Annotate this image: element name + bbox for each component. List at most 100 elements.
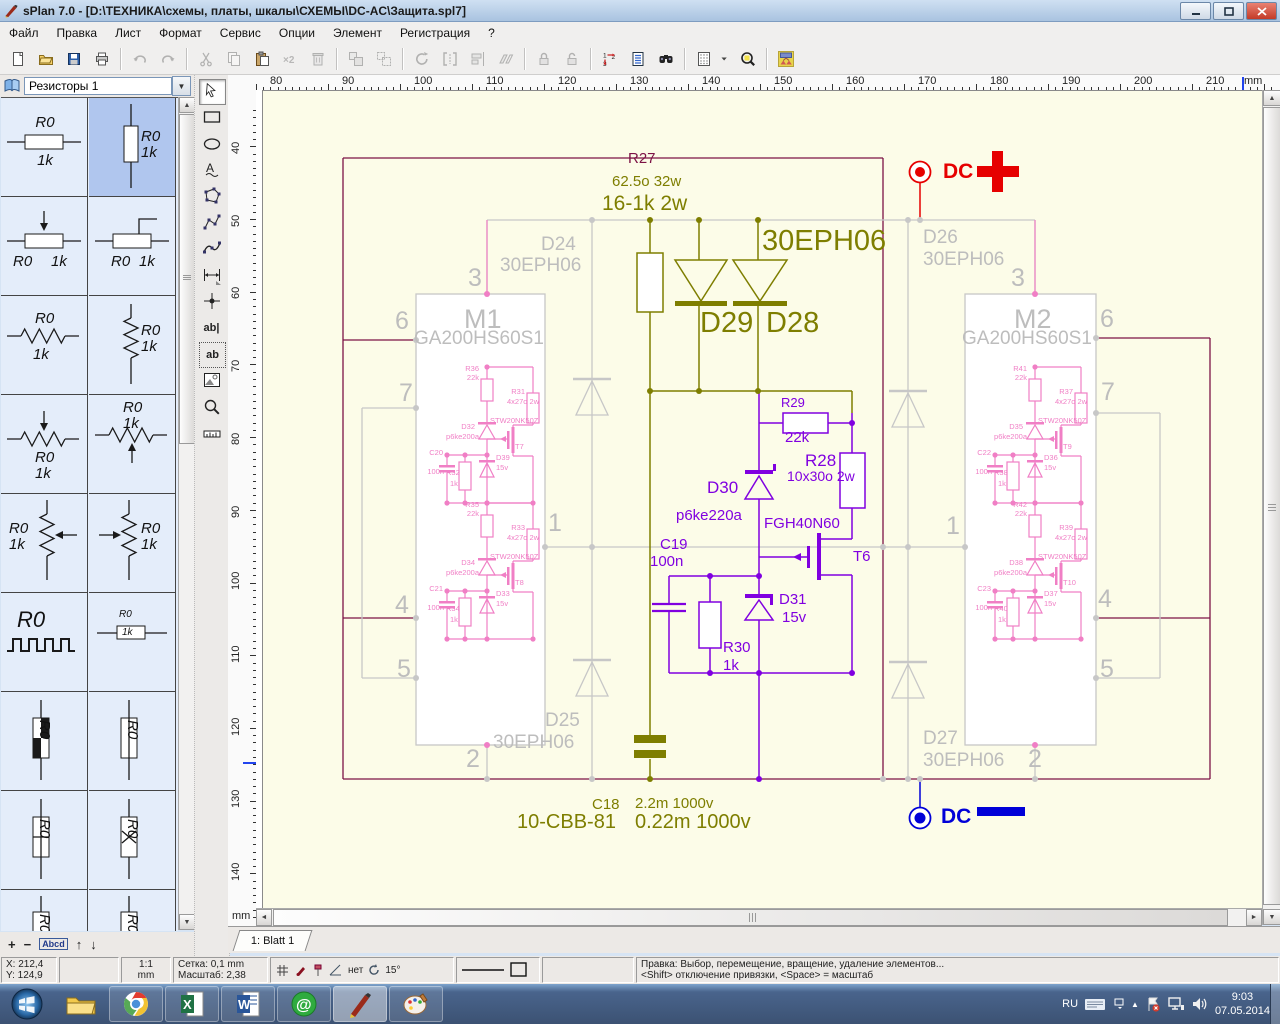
grid-toggle-icon[interactable] [275,963,290,978]
angle-icon[interactable] [328,963,344,977]
library-cell-R0-11[interactable]: R01k [89,593,176,692]
taskbar-chrome[interactable] [109,986,163,1022]
rotate-step-icon[interactable] [367,963,381,977]
tool-special[interactable]: A [199,158,224,182]
mode-toggles[interactable]: нет 15° [270,957,454,983]
library-cell-R0-16[interactable]: R0 [1,890,88,931]
hscroll-arrow-2[interactable]: ► [1246,909,1262,926]
toolbar-bom-button[interactable] [625,46,651,72]
tool-polyline[interactable] [199,211,224,235]
start-button[interactable] [1,987,53,1021]
tray-expand-icon[interactable]: ▲ [1131,1000,1139,1009]
show-desktop-button[interactable] [1270,984,1280,1024]
toolbar-save-button[interactable] [61,46,87,72]
close-button[interactable] [1246,2,1277,20]
tool-rect[interactable] [199,105,224,129]
toolbar-photo-button[interactable] [773,46,799,72]
library-select[interactable]: Резисторы 1 [24,77,172,95]
vscroll-arrow-1[interactable]: ▲ [1263,90,1280,106]
toolbar-zoomwin-button[interactable] [735,46,761,72]
keyboard-icon[interactable] [1085,998,1105,1011]
library-select-arrow[interactable]: ▼ [172,76,191,96]
library-cell-R0-10[interactable]: R0 [1,593,88,692]
toolbar-renum-button[interactable]: 123 [597,46,623,72]
horizontal-scrollbar[interactable]: ◄► [256,908,1262,926]
taskbar-mail-agent[interactable]: @ [277,986,331,1022]
tool-node[interactable] [199,289,224,313]
menu-item-8[interactable]: ? [479,24,504,42]
sheet-tab[interactable]: 1: Blatt 1 [233,930,313,951]
hscroll-arrow-1[interactable]: ◄ [256,909,272,926]
library-scroll-up[interactable]: ▲ [179,97,195,113]
schematic-canvas[interactable]: R2762.5o 32w16-1k 2w30EPH06D29D28C182.2m… [256,90,1262,908]
taskbar-word[interactable]: W [221,986,275,1022]
menu-item-5[interactable]: Опции [270,24,324,42]
menu-item-6[interactable]: Элемент [324,24,391,42]
menu-item-0[interactable]: Файл [0,24,48,42]
library-cell-R0-15[interactable]: R0 [89,791,176,890]
pin-icon[interactable] [312,963,324,977]
taskbar-paint[interactable] [389,986,443,1022]
volume-icon[interactable] [1192,997,1208,1011]
menu-item-4[interactable]: Сервис [211,24,270,42]
vscroll-thumb[interactable] [1263,107,1280,905]
library-footer-btn-3[interactable]: ↑ [76,937,83,952]
toolbar-gridarrow-button[interactable] [719,46,733,72]
tool-dim[interactable] [199,263,224,287]
library-cell-R0-2[interactable]: R01k [1,197,88,296]
library-footer-btn-1[interactable]: − [24,937,32,952]
library-cell-R0-3[interactable]: R01k [89,197,176,296]
tool-curve[interactable] [199,237,224,261]
menu-item-7[interactable]: Регистрация [391,24,479,42]
menu-item-3[interactable]: Формат [150,24,211,42]
toolbar-print-button[interactable] [89,46,115,72]
tool-cursor[interactable] [199,79,226,105]
library-scroll-thumb[interactable] [179,114,195,444]
network-icon[interactable] [1168,997,1185,1011]
library-cell-R0-17[interactable]: R0 [89,890,176,931]
maximize-button[interactable] [1213,2,1244,20]
library-cell-R0-6[interactable]: R01k [1,395,88,494]
library-cell-R0-5[interactable]: R01k [89,296,176,395]
library-cell-R0-1[interactable]: R01k [89,98,176,197]
library-cell-R0-13[interactable]: R0 [89,692,176,791]
library-cell-R0-7[interactable]: R01k [89,395,176,494]
taskbar-explorer[interactable] [55,987,107,1021]
library-cell-R0-12[interactable]: R0 [1,692,88,791]
hscroll-thumb[interactable] [273,909,1228,926]
library-cell-R0-14[interactable]: R0 [1,791,88,890]
tool-image[interactable] [199,368,224,392]
vertical-scrollbar[interactable]: ▲▼ [1262,90,1280,925]
toolbar-open-button[interactable] [33,46,59,72]
library-cell-R0-8[interactable]: R01k [1,494,88,593]
library-cell-R0-9[interactable]: R01k [89,494,176,593]
tool-zoom[interactable] [199,395,224,419]
library-cell-R0-4[interactable]: R01k [1,296,88,395]
library-scroll-down[interactable]: ▼ [179,914,195,930]
tool-textbox[interactable]: ab [199,342,226,368]
toolbar-grid-button[interactable] [691,46,717,72]
menu-item-2[interactable]: Лист [106,24,150,42]
menu-item-1[interactable]: Правка [48,24,107,42]
minimize-button[interactable] [1180,2,1211,20]
tool-label[interactable]: ab| [199,316,224,340]
toolbar-paste-button[interactable] [249,46,275,72]
library-footer-btn-2[interactable]: Abcd [39,938,68,950]
layout-icon[interactable] [1112,998,1124,1010]
tool-polygon[interactable] [199,184,224,208]
action-center-flag-icon[interactable] [1146,997,1161,1012]
language-indicator[interactable]: RU [1062,998,1078,1010]
toolbar-new-button[interactable] [5,46,31,72]
clock[interactable]: 9:0307.05.2014 [1215,990,1270,1019]
taskbar-excel[interactable]: X [165,986,219,1022]
library-scrollbar[interactable]: ▲▼ [178,97,195,930]
vscroll-arrow-2[interactable]: ▼ [1263,909,1280,925]
library-footer-btn-0[interactable]: + [8,937,16,952]
toolbar-search-button[interactable] [653,46,679,72]
taskbar-splan[interactable] [333,986,387,1022]
tool-ruler[interactable] [199,421,224,445]
library-cell-R0-0[interactable]: R01k [1,98,88,197]
pen-icon[interactable] [294,963,308,977]
library-footer-btn-4[interactable]: ↓ [90,937,97,952]
tool-ellipse[interactable] [199,132,224,156]
